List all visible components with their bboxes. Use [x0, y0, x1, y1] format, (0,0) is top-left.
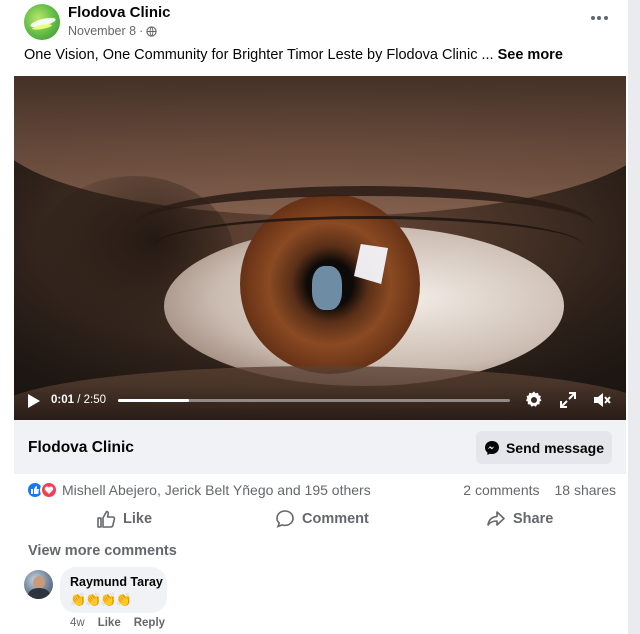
like-button[interactable]: Like [96, 509, 152, 529]
comment-label: Comment [302, 511, 369, 527]
engagement-counts: 2 comments 18 shares [463, 482, 616, 498]
commenter-avatar[interactable] [24, 570, 53, 599]
share-label: Share [513, 511, 554, 527]
dot-icon [603, 16, 608, 20]
duration: / 2:50 [77, 394, 107, 406]
page-bar: Flodova Clinic Send message [14, 420, 626, 474]
progress-track[interactable] [118, 399, 510, 402]
globe-icon [146, 25, 157, 37]
mute-icon[interactable] [592, 390, 612, 410]
reaction-summary[interactable]: Mishell Abejero, Jerick Belt Yñego and 1… [26, 481, 371, 499]
like-label: Like [123, 511, 153, 527]
share-icon [487, 511, 505, 526]
page-bar-name[interactable]: Flodova Clinic [28, 439, 134, 457]
video-player[interactable] [14, 76, 626, 420]
share-count[interactable]: 18 shares [555, 482, 616, 498]
progress-fill [118, 399, 189, 402]
page-name-link[interactable]: Flodova Clinic [68, 4, 171, 21]
send-message-label: Send message [505, 439, 605, 456]
page-avatar[interactable] [24, 4, 60, 40]
more-options-button[interactable] [588, 9, 610, 27]
send-message-button[interactable]: Send message [476, 431, 612, 464]
reaction-names: Mishell Abejero, Jerick Belt Yñego and 1… [62, 482, 371, 498]
comment-like-button[interactable]: Like [98, 617, 121, 629]
post-meta: November 8 · [68, 24, 157, 38]
post-date[interactable]: November 8 [68, 24, 136, 38]
play-icon[interactable] [28, 394, 40, 408]
caption-text: One Vision, One Community for Brighter T… [24, 47, 494, 63]
comment-age[interactable]: 4w [70, 617, 85, 629]
see-more-link[interactable]: See more [498, 47, 563, 63]
meta-separator: · [139, 24, 144, 38]
comment-count[interactable]: 2 comments [463, 482, 539, 498]
dot-icon [597, 16, 601, 20]
settings-icon[interactable] [524, 390, 544, 410]
share-button[interactable]: Share [486, 509, 553, 529]
comment-icon [276, 510, 294, 528]
video-time: 0:01 / 2:50 [51, 394, 106, 406]
view-more-comments-link[interactable]: View more comments [28, 543, 177, 559]
current-time: 0:01 [51, 394, 75, 406]
comment-reply-button[interactable]: Reply [134, 617, 165, 629]
video-controls: 0:01 / 2:50 [14, 384, 626, 420]
video-frame-eyelid-crease [154, 216, 584, 276]
dot-icon [590, 16, 595, 20]
fullscreen-icon[interactable] [558, 390, 578, 410]
comment-text: 👏👏👏👏 [70, 592, 132, 607]
comment-actions: 4w Like Reply [70, 617, 165, 629]
post-caption: One Vision, One Community for Brighter T… [24, 47, 563, 63]
love-reaction-icon [40, 481, 58, 499]
thumbs-up-icon [97, 510, 116, 528]
messenger-icon [484, 440, 499, 455]
comment-author[interactable]: Raymund Taray [70, 575, 163, 589]
action-bar: Like Comment Share [0, 504, 628, 534]
comment-button[interactable]: Comment [275, 509, 369, 529]
post-card: Flodova Clinic November 8 · One Vision, … [0, 0, 628, 634]
comment-bubble: Raymund Taray 👏👏👏👏 [60, 567, 167, 613]
avatar-body [28, 588, 50, 599]
